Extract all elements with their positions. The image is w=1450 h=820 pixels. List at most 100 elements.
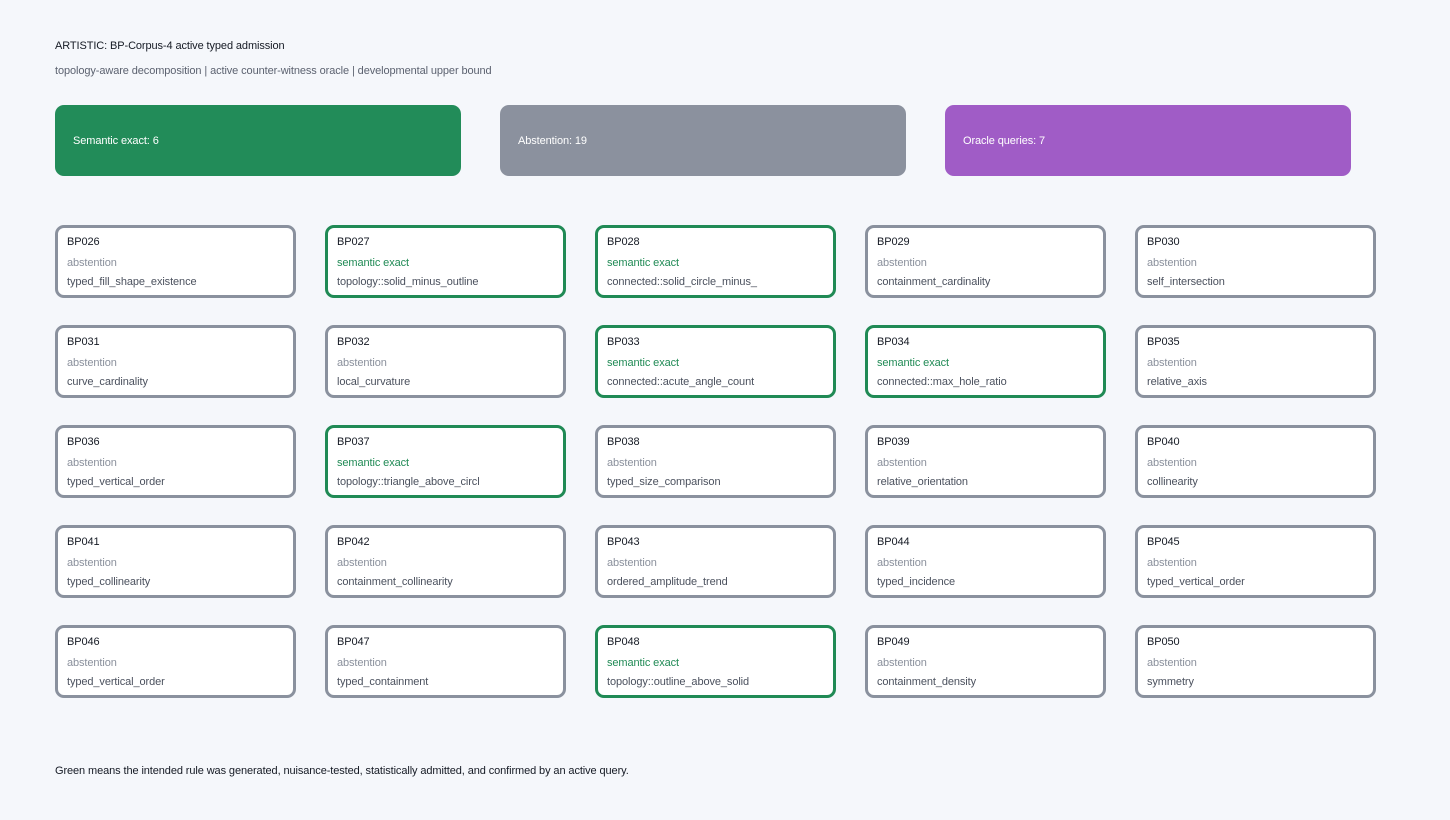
stat-label: Abstention: 19 [518, 134, 587, 147]
stat-abstention: Abstention: 19 [500, 105, 906, 176]
card-rule: ordered_amplitude_trend [607, 576, 728, 588]
card-id: BP037 [337, 436, 370, 448]
problem-card-bp033: BP033semantic exactconnected::acute_angl… [595, 325, 836, 398]
problem-card-bp037: BP037semantic exacttopology::triangle_ab… [325, 425, 566, 498]
card-rule: containment_density [877, 676, 976, 688]
card-rule: connected::acute_angle_count [607, 376, 755, 388]
card-rule: containment_collinearity [337, 576, 453, 588]
stat-semantic-exact: Semantic exact: 6 [55, 105, 461, 176]
card-status: abstention [877, 557, 927, 569]
card-rule: topology::triangle_above_circl [337, 476, 480, 488]
problem-card-bp028: BP028semantic exactconnected::solid_circ… [595, 225, 836, 298]
card-rule: relative_axis [1147, 376, 1207, 388]
card-status: semantic exact [607, 257, 679, 269]
page-title: ARTISTIC: BP-Corpus-4 active typed admis… [55, 40, 285, 52]
page-subtitle: topology-aware decomposition | active co… [55, 65, 492, 77]
card-status: abstention [337, 357, 387, 369]
card-status: semantic exact [337, 457, 409, 469]
card-status: abstention [67, 457, 117, 469]
card-id: BP043 [607, 536, 640, 548]
card-rule: connected::solid_circle_minus_ [607, 276, 757, 288]
stat-oracle-queries: Oracle queries: 7 [945, 105, 1351, 176]
problem-card-bp035: BP035 abstention relative_axis [1135, 325, 1376, 398]
problem-card-bp050: BP050 abstention symmetry [1135, 625, 1376, 698]
card-id: BP046 [67, 636, 100, 648]
legend-note: Green means the intended rule was genera… [55, 765, 629, 777]
card-rule: relative_orientation [877, 476, 968, 488]
card-rule: topology::solid_minus_outline [337, 276, 479, 288]
card-id: BP032 [337, 336, 370, 348]
card-status: abstention [1147, 657, 1197, 669]
card-status: abstention [1147, 457, 1197, 469]
problem-card-bp036: BP036 abstention typed_vertical_order [55, 425, 296, 498]
problem-card-bp034: BP034semantic exactconnected::max_hole_r… [865, 325, 1106, 398]
card-id: BP049 [877, 636, 910, 648]
card-status: abstention [877, 257, 927, 269]
card-status: abstention [67, 657, 117, 669]
problem-card-bp039: BP039 abstention relative_orientation [865, 425, 1106, 498]
card-id: BP044 [877, 536, 910, 548]
problem-card-bp044: BP044 abstention typed_incidence [865, 525, 1106, 598]
card-id: BP034 [877, 336, 910, 348]
card-id: BP050 [1147, 636, 1180, 648]
card-id: BP026 [67, 236, 100, 248]
problem-card-bp031: BP031 abstention curve_cardinality [55, 325, 296, 398]
card-id: BP047 [337, 636, 370, 648]
card-id: BP030 [1147, 236, 1180, 248]
card-status: semantic exact [877, 357, 949, 369]
card-id: BP041 [67, 536, 100, 548]
card-status: abstention [67, 557, 117, 569]
card-id: BP035 [1147, 336, 1180, 348]
card-id: BP048 [607, 636, 640, 648]
card-id: BP042 [337, 536, 370, 548]
card-rule: typed_fill_shape_existence [67, 276, 197, 288]
card-rule: symmetry [1147, 676, 1194, 688]
card-id: BP031 [67, 336, 100, 348]
problem-card-bp048: BP048semantic exacttopology::outline_abo… [595, 625, 836, 698]
card-status: semantic exact [607, 657, 679, 669]
problem-card-bp032: BP032 abstention local_curvature [325, 325, 566, 398]
card-rule: connected::max_hole_ratio [877, 376, 1007, 388]
card-id: BP039 [877, 436, 910, 448]
card-rule: typed_vertical_order [1147, 576, 1245, 588]
card-id: BP040 [1147, 436, 1180, 448]
problem-card-bp040: BP040 abstention collinearity [1135, 425, 1376, 498]
problem-card-bp043: BP043 abstention ordered_amplitude_trend [595, 525, 836, 598]
card-status: semantic exact [607, 357, 679, 369]
problem-card-bp045: BP045 abstention typed_vertical_order [1135, 525, 1376, 598]
card-rule: typed_size_comparison [607, 476, 721, 488]
card-rule: typed_collinearity [67, 576, 151, 588]
problem-card-grid: BP026 abstention typed_fill_shape_existenc… [55, 225, 1376, 698]
card-status: semantic exact [337, 257, 409, 269]
problem-card-bp041: BP041 abstention typed_collinearity [55, 525, 296, 598]
card-status: abstention [607, 457, 657, 469]
card-status: abstention [607, 557, 657, 569]
card-rule: typed_containment [337, 676, 429, 688]
card-id: BP033 [607, 336, 640, 348]
problem-card-bp027: BP027 semantic exact topology::solid_minus… [325, 225, 566, 298]
card-rule: topology::outline_above_solid [607, 676, 750, 688]
problem-card-bp046: BP046 abstention typed_vertical_order [55, 625, 296, 698]
card-status: abstention [877, 457, 927, 469]
card-rule: self_intersection [1147, 276, 1225, 288]
card-rule: collinearity [1147, 476, 1198, 488]
card-id: BP029 [877, 236, 910, 248]
card-rule: containment_cardinality [877, 276, 991, 288]
problem-card-bp049: BP049 abstention containment_density [865, 625, 1106, 698]
problem-card-bp042: BP042 abstention containment_collinearity [325, 525, 566, 598]
card-status: abstention [67, 257, 117, 269]
card-rule: typed_vertical_order [67, 676, 165, 688]
problem-card-bp030: BP030 abstention self_intersection [1135, 225, 1376, 298]
card-status: abstention [337, 657, 387, 669]
stat-label: Oracle queries: 7 [963, 134, 1046, 147]
card-id: BP036 [67, 436, 100, 448]
card-id: BP028 [607, 236, 640, 248]
card-status: abstention [1147, 357, 1197, 369]
card-rule: curve_cardinality [67, 376, 148, 388]
problem-card-bp026: BP026 abstention typed_fill_shape_existenc… [55, 225, 296, 298]
problem-card-bp029: BP029 abstention containment_cardinality [865, 225, 1106, 298]
card-id: BP045 [1147, 536, 1180, 548]
card-status: abstention [337, 557, 387, 569]
card-status: abstention [1147, 557, 1197, 569]
card-rule: typed_incidence [877, 576, 956, 588]
